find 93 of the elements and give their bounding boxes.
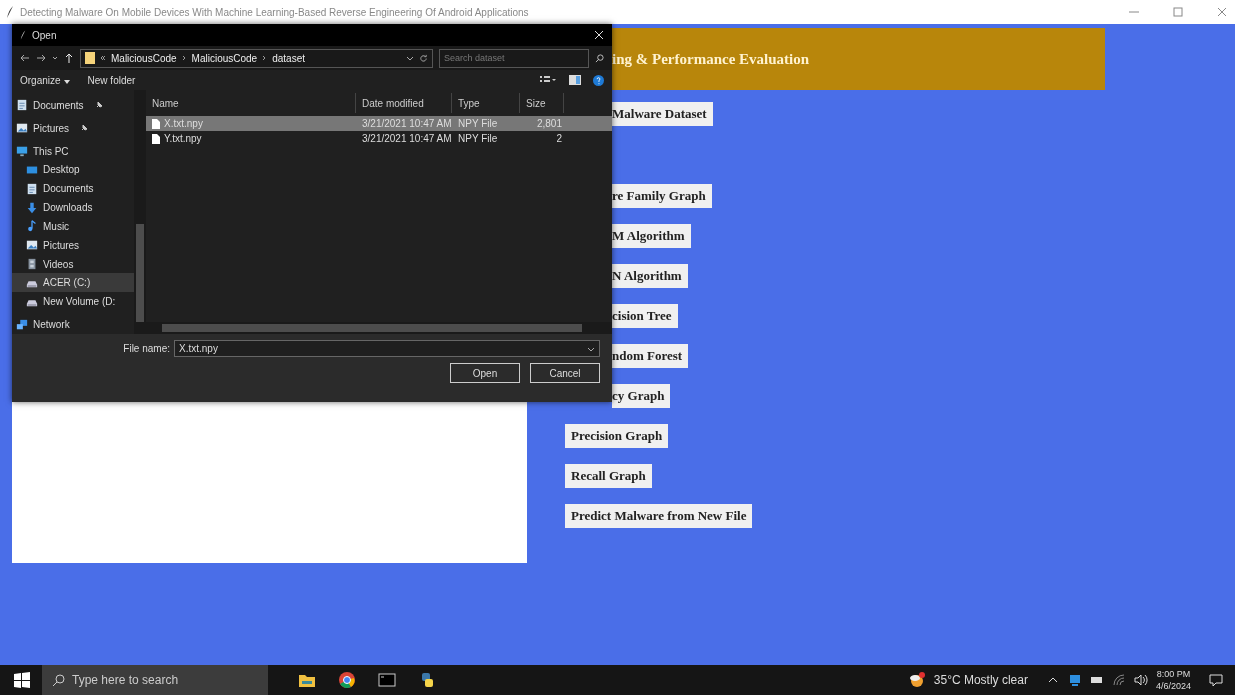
refresh-icon[interactable] (419, 53, 428, 63)
file-type: NPY File (457, 133, 499, 144)
breadcrumb[interactable]: MaliciousCode (191, 52, 258, 64)
feather-icon (20, 30, 26, 40)
up-arrow-icon[interactable] (64, 53, 74, 63)
feather-icon (6, 6, 14, 18)
file-size: 2,801 (535, 118, 563, 129)
weather-text[interactable]: 35°C Mostly clear (933, 673, 1028, 687)
weather-icon[interactable] (907, 671, 926, 689)
action-button[interactable]: Predict Malware from New File (565, 504, 753, 528)
notification-icon[interactable] (1209, 673, 1223, 687)
download-icon (26, 201, 38, 214)
breadcrumb[interactable]: MaliciousCode (111, 52, 177, 64)
nav-item[interactable]: Music (12, 216, 134, 236)
chevron-right-icon (181, 55, 187, 61)
action-button[interactable]: ndom Forest (612, 344, 689, 368)
terminal-icon[interactable] (378, 671, 396, 689)
document-icon (26, 182, 38, 195)
nav-item[interactable]: Pictures (12, 235, 134, 255)
column-header[interactable]: Name (146, 93, 356, 113)
taskbar-search-field[interactable]: Type here to search (42, 665, 268, 695)
chevron-down-icon[interactable] (406, 54, 414, 62)
nav-item[interactable]: Network (12, 315, 134, 334)
dialog-title: Open (32, 29, 57, 41)
column-header[interactable]: Size (520, 93, 564, 113)
file-row[interactable]: Y.txt.npy 3/21/2021 10:47 AM NPY File 2 (146, 131, 612, 146)
nav-item[interactable]: Desktop (12, 160, 134, 180)
action-button[interactable]: Malware Dataset (612, 102, 713, 126)
pin-icon (80, 124, 89, 133)
nav-item[interactable]: ACER (C:) (12, 273, 134, 293)
dialog-button[interactable]: Open (450, 363, 520, 383)
music-icon (26, 220, 38, 233)
action-button[interactable]: cision Tree (612, 304, 678, 328)
dialog-button[interactable]: Cancel (530, 363, 600, 383)
picture-icon (26, 239, 38, 252)
help-icon[interactable] (593, 74, 604, 86)
nav-item[interactable]: This PC (12, 141, 134, 161)
windows-icon[interactable] (14, 672, 30, 688)
breadcrumb[interactable]: dataset (272, 52, 305, 64)
monitor-icon[interactable] (1067, 673, 1082, 687)
header-title: ing & Performance Evaluation (612, 50, 810, 68)
view-options-icon[interactable] (539, 74, 557, 85)
nav-item[interactable]: Pictures (12, 118, 134, 138)
browser-icon[interactable] (338, 671, 356, 689)
nav-item[interactable]: Documents (12, 179, 134, 199)
forward-arrow-icon[interactable] (36, 53, 46, 63)
nav-item[interactable]: New Volume (D: (12, 292, 134, 312)
pin-icon (94, 101, 103, 110)
file-size: 2 (555, 133, 563, 144)
column-header[interactable]: Type (452, 93, 520, 113)
action-button[interactable]: Recall Graph (565, 464, 652, 488)
file-date: 3/21/2021 10:47 AM (361, 118, 452, 129)
file-icon (152, 118, 160, 129)
nav-item[interactable]: Videos (12, 254, 134, 274)
action-button[interactable]: Precision Graph (565, 424, 669, 448)
action-button[interactable]: re Family Graph (612, 184, 712, 208)
network-icon (16, 318, 28, 331)
file-type: NPY File (457, 118, 499, 129)
file-icon (152, 133, 160, 144)
action-button[interactable]: M Algorithm (612, 224, 691, 248)
file-date: 3/21/2021 10:47 AM (361, 133, 452, 144)
document-icon (16, 99, 28, 112)
wifi-icon[interactable] (1111, 673, 1126, 687)
file-name-label: File name: (123, 343, 170, 354)
caret-icon[interactable] (63, 79, 70, 84)
folder-icon (85, 52, 95, 64)
clock[interactable]: 8:00 PM 4/6/2024 (1155, 668, 1191, 692)
preview-pane-icon[interactable] (569, 74, 581, 85)
scrollbar[interactable] (134, 90, 146, 334)
file-name: X.txt.npy (164, 118, 203, 129)
speaker-icon[interactable] (1133, 673, 1148, 687)
column-header[interactable]: Date modified (356, 93, 452, 113)
double-chevron-icon (100, 55, 106, 61)
search-icon[interactable] (595, 53, 604, 63)
search-field[interactable]: Search dataset (439, 48, 589, 68)
nav-item[interactable]: Downloads (12, 198, 134, 217)
toolbar-button[interactable]: Organize (20, 74, 70, 86)
close-icon[interactable] (594, 30, 604, 40)
picture-icon (16, 122, 28, 135)
scrollbar[interactable] (146, 322, 612, 334)
monitor-icon (16, 145, 28, 158)
toolbar-button[interactable]: New folder (87, 74, 136, 86)
chevron-right-icon (262, 55, 268, 61)
file-name-field[interactable]: X.txt.npy (174, 340, 600, 357)
search-icon (52, 673, 66, 687)
nav-item[interactable]: Documents (12, 96, 134, 115)
action-button[interactable]: N Algorithm (612, 264, 688, 288)
window-title: Detecting Malware On Mobile Devices With Machine Learning-Based Reverse Engineering Of Android Applications (20, 6, 529, 18)
address-bar[interactable]: MaliciousCode MaliciousCode dataset (80, 48, 433, 68)
film-icon (26, 258, 38, 271)
action-button[interactable]: cy Graph (612, 384, 671, 408)
back-arrow-icon[interactable] (20, 53, 30, 63)
file-name: Y.txt.npy (164, 133, 202, 144)
